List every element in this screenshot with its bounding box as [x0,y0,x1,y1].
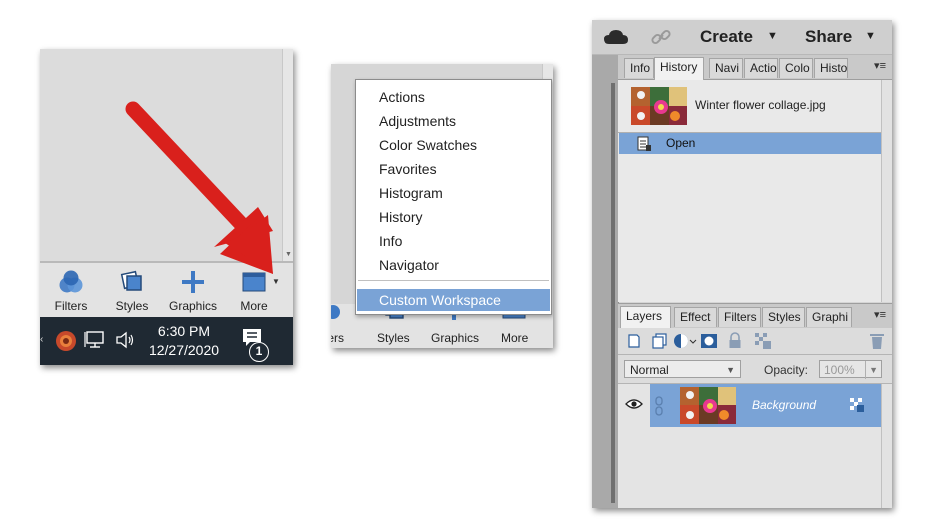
info-panel-tabs: Info History Navi Actio Colo Histo ▾≡ [618,55,892,80]
menu-item-adjustments[interactable]: Adjustments [379,113,456,129]
layers-panel-tabs: Layers Effect Filters Styles Graphi ▾≡ [618,303,892,329]
menu-item-history[interactable]: History [379,209,423,225]
chevron-down-icon[interactable]: ▼ [767,30,778,42]
history-step-label: Open [666,136,696,150]
tab-history[interactable]: History [654,57,704,80]
panel-custom-workspace: Create ▼ Share ▼ Info History Navi Actio… [592,20,892,508]
panel-collapse-strip[interactable] [592,55,619,508]
link-icon[interactable] [650,26,672,48]
eye-icon[interactable] [625,398,643,410]
opacity-value: 100% [824,363,855,377]
styles-label[interactable]: Styles [377,331,410,345]
opacity-label: Opacity: [764,363,809,377]
image-thumbnail [631,87,687,125]
blend-mode-select[interactable]: Normal ▼ [624,360,741,378]
menu-item-color-swatches[interactable]: Color Swatches [379,137,477,153]
history-snapshot[interactable]: Winter flower collage.jpg [618,80,881,133]
menu-item-actions[interactable]: Actions [379,89,425,105]
menu-item-navigator[interactable]: Navigator [379,257,439,273]
lock-transparency-icon [850,398,864,412]
lock-transparency-icon[interactable] [754,332,772,350]
chevron-down-icon[interactable]: ▼ [865,361,878,379]
blend-opacity-bar: Normal ▼ Opacity: 100% ▼ [618,355,892,384]
cloud-icon[interactable] [603,28,629,46]
lock-icon[interactable] [728,332,742,350]
panel-more-menu: ters Styles Graphics More Actions Adjust… [331,64,553,348]
tab-filters[interactable]: Filters [718,307,761,327]
layer-name: Background [752,398,817,412]
adjustment-layer-icon[interactable] [673,332,697,350]
new-layer-icon[interactable] [626,333,642,349]
create-button[interactable]: Create [700,27,753,47]
graphics-label[interactable]: Graphics [431,331,479,345]
tab-actions[interactable]: Actio [744,58,778,78]
top-bar: Create ▼ Share ▼ [592,20,892,55]
chevron-down-icon[interactable]: ▼ [865,30,876,42]
tab-navigator[interactable]: Navi [709,58,743,78]
blend-mode-value: Normal [630,363,669,377]
menu-item-custom-workspace-label: Custom Workspace [379,292,501,308]
tab-layers[interactable]: Layers [620,306,671,329]
layer-thumbnail [680,387,736,424]
more-dropdown-menu: Actions Adjustments Color Swatches Favor… [355,79,552,315]
tab-effects[interactable]: Effect [674,307,717,327]
history-step-open[interactable]: Open [619,133,881,154]
menu-divider [358,280,549,281]
tab-histogram[interactable]: Histo [814,58,848,78]
history-panel: Winter flower collage.jpg Open [618,80,881,302]
menu-item-custom-workspace[interactable]: Custom Workspace [357,289,550,311]
more-label[interactable]: More [501,331,528,345]
trash-icon[interactable] [869,332,885,350]
layers-list: Background [618,384,892,508]
panel-menu-icon[interactable]: ▾≡ [874,308,886,321]
tab-info[interactable]: Info [624,58,654,78]
tab-styles[interactable]: Styles [762,307,805,327]
vertical-scrollbar[interactable] [881,80,892,302]
tab-graphics[interactable]: Graphi [806,307,852,327]
menu-item-favorites[interactable]: Favorites [379,161,437,177]
opacity-field[interactable]: 100% ▼ [819,360,882,379]
layer-link-icon [655,396,663,416]
filters-icon [331,305,340,319]
share-button[interactable]: Share [805,27,852,47]
document-icon [637,136,651,151]
new-group-icon[interactable] [651,333,669,349]
layer-mask-icon[interactable] [700,333,718,349]
menu-item-histogram[interactable]: Histogram [379,185,443,201]
panel-menu-icon[interactable]: ▾≡ [874,59,886,72]
layers-toolbar [618,328,892,355]
tab-color[interactable]: Colo [779,58,813,78]
drag-handle[interactable] [611,83,615,503]
chevron-down-icon: ▼ [726,365,735,375]
layer-row-background[interactable]: Background [650,384,881,427]
menu-item-info[interactable]: Info [379,233,402,249]
history-file-name: Winter flower collage.jpg [695,98,826,112]
filters-label[interactable]: ters [331,331,344,345]
vertical-scrollbar[interactable] [881,384,892,508]
